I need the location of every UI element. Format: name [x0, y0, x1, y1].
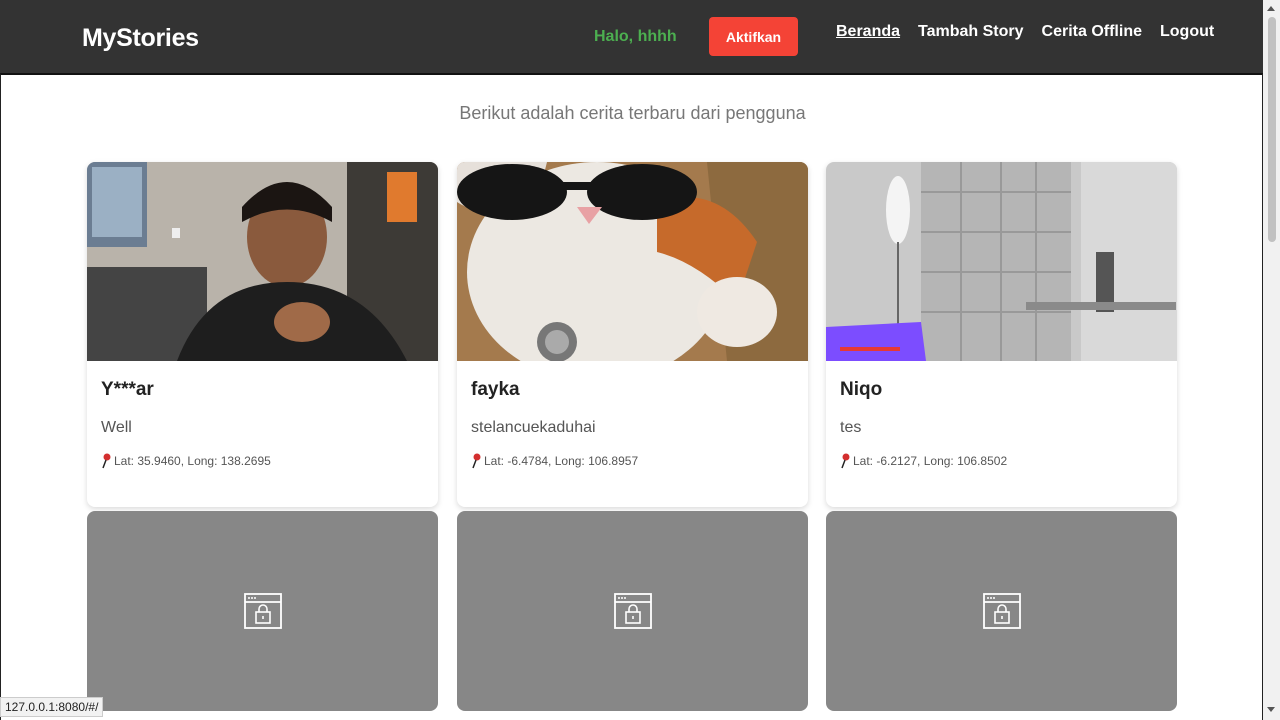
story-location-text: Lat: -6.4784, Long: 106.8957	[484, 454, 639, 468]
locked-image-placeholder	[457, 511, 808, 711]
story-card-locked[interactable]	[87, 511, 438, 711]
story-description: stelancuekaduhai	[471, 419, 596, 436]
story-location: Lat: -6.4784, Long: 106.8957	[471, 453, 794, 469]
story-author: fayka	[471, 379, 520, 400]
story-description: Well	[101, 419, 132, 436]
locked-image-placeholder	[826, 511, 1177, 711]
story-location-text: Lat: 35.9460, Long: 138.2695	[114, 454, 271, 468]
activate-notifications-button[interactable]: Aktifkan	[709, 17, 798, 56]
story-description: tes	[840, 419, 862, 436]
nav-link-logout[interactable]: Logout	[1160, 23, 1214, 41]
user-greeting: Halo, hhhh	[594, 28, 677, 45]
story-card[interactable]: Niqo tes Lat: -6.2127, Long: 106.8502	[826, 162, 1177, 507]
pin-icon	[102, 453, 111, 469]
story-card-locked[interactable]	[826, 511, 1177, 711]
scroll-thumb[interactable]	[1268, 17, 1276, 242]
vertical-scrollbar[interactable]	[1263, 0, 1280, 720]
nav-link-beranda[interactable]: Beranda	[836, 23, 900, 41]
story-author: Y***ar	[101, 379, 154, 400]
story-card[interactable]: fayka stelancuekaduhai Lat: -6.4784, Lon…	[457, 162, 808, 507]
scroll-down-arrow-icon[interactable]	[1267, 707, 1275, 712]
page-subtitle: Berikut adalah cerita terbaru dari pengg…	[459, 103, 806, 123]
story-author: Niqo	[840, 379, 883, 400]
nav-link-tambah-story[interactable]: Tambah Story	[918, 23, 1024, 41]
scroll-up-arrow-icon[interactable]	[1267, 6, 1275, 11]
link-status-bar: 127.0.0.1:8080/#/	[0, 697, 104, 717]
brand-logo[interactable]: MyStories	[82, 24, 199, 53]
locked-window-icon	[243, 593, 282, 629]
main-content: Berikut adalah cerita terbaru dari pengg…	[0, 73, 1263, 720]
story-image[interactable]	[87, 162, 438, 361]
story-card[interactable]: Y***ar Well Lat: 35.9460, Long: 138.2695	[87, 162, 438, 507]
navbar: MyStories Halo, hhhh Aktifkan Beranda Ta…	[0, 0, 1263, 73]
story-card-locked[interactable]	[457, 511, 808, 711]
nav-link-cerita-offline[interactable]: Cerita Offline	[1042, 23, 1142, 41]
story-image[interactable]	[457, 162, 808, 361]
locked-window-icon	[982, 593, 1021, 629]
story-image[interactable]	[826, 162, 1177, 361]
story-location-text: Lat: -6.2127, Long: 106.8502	[853, 454, 1008, 468]
locked-image-placeholder	[87, 511, 438, 711]
pin-icon	[472, 453, 481, 469]
locked-window-icon	[613, 593, 652, 629]
nav-links: Beranda Tambah Story Cerita Offline Logo…	[836, 23, 1214, 41]
story-location: Lat: -6.2127, Long: 106.8502	[840, 453, 1163, 469]
pin-icon	[841, 453, 850, 469]
story-location: Lat: 35.9460, Long: 138.2695	[101, 453, 424, 469]
